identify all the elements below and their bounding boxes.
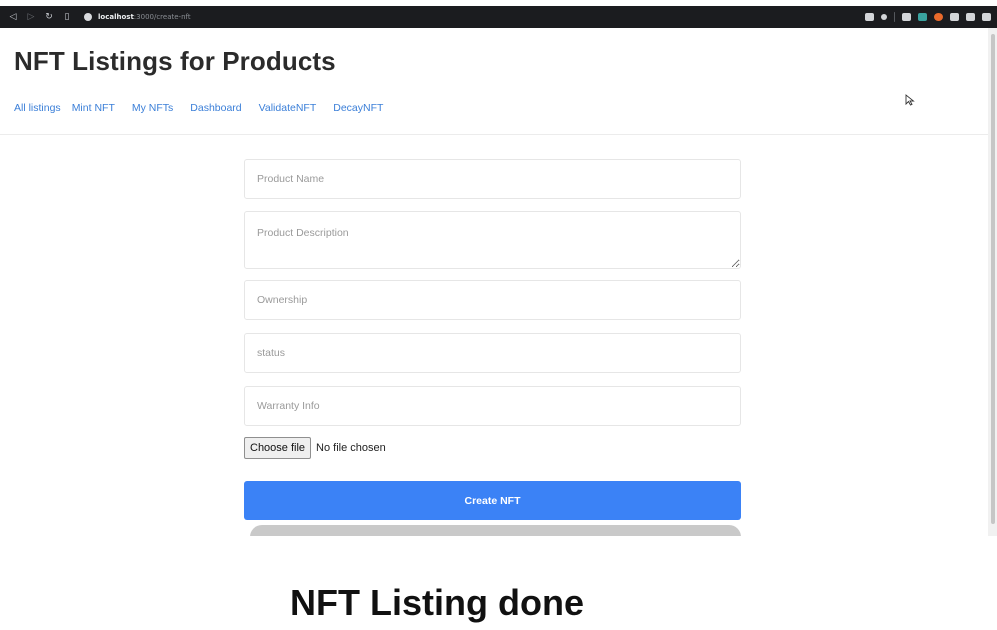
create-nft-button[interactable]: Create NFT bbox=[244, 481, 741, 520]
back-icon[interactable]: ◁ bbox=[6, 10, 20, 24]
wallet-extension-icon[interactable] bbox=[918, 13, 927, 21]
secondary-button[interactable] bbox=[250, 525, 741, 536]
nav-my-nfts[interactable]: My NFTs bbox=[132, 102, 173, 114]
sidebar-icon[interactable] bbox=[966, 13, 975, 21]
nav-decay-nft[interactable]: DecayNFT bbox=[333, 102, 383, 114]
page-content: NFT Listings for Products All listings M… bbox=[0, 28, 988, 536]
warranty-info-input[interactable] bbox=[244, 386, 741, 426]
puzzle-icon[interactable] bbox=[950, 13, 959, 21]
toolbar-separator bbox=[894, 12, 895, 22]
nav-dashboard[interactable]: Dashboard bbox=[190, 102, 241, 114]
main-nav: All listings Mint NFT My NFTs Dashboard … bbox=[14, 102, 400, 114]
header-divider bbox=[0, 134, 988, 135]
extension-icons bbox=[858, 12, 991, 22]
nav-all-listings[interactable]: All listings bbox=[14, 102, 61, 114]
url-path: :3000/create-nft bbox=[133, 13, 191, 21]
reload-icon[interactable]: ↻ bbox=[42, 10, 56, 24]
file-status-text: No file chosen bbox=[316, 442, 386, 454]
product-name-input[interactable] bbox=[244, 159, 741, 199]
fox-extension-icon[interactable] bbox=[934, 13, 943, 21]
scrollbar-thumb[interactable] bbox=[991, 34, 995, 524]
nav-mint-nft[interactable]: Mint NFT bbox=[72, 102, 115, 114]
choose-file-button[interactable]: Choose file bbox=[244, 437, 312, 459]
zoom-icon[interactable] bbox=[881, 14, 887, 20]
shield-icon[interactable] bbox=[902, 13, 911, 21]
bookmark-icon[interactable]: ▯ bbox=[60, 10, 74, 24]
forward-icon[interactable]: ▷ bbox=[24, 10, 38, 24]
mouse-cursor-icon bbox=[905, 94, 915, 106]
page-title: NFT Listings for Products bbox=[14, 46, 336, 76]
menu-icon[interactable] bbox=[982, 13, 991, 21]
file-upload: Choose file No file chosen bbox=[244, 437, 386, 459]
status-input[interactable] bbox=[244, 333, 741, 373]
browser-toolbar: ◁ ▷ ↻ ▯ localhost :3000/create-nft bbox=[0, 6, 997, 28]
url-host: localhost bbox=[98, 13, 134, 21]
caption-text: NFT Listing done bbox=[290, 582, 584, 623]
ownership-input[interactable] bbox=[244, 280, 741, 320]
product-description-input[interactable] bbox=[244, 211, 741, 269]
video-icon[interactable] bbox=[865, 13, 874, 21]
address-bar[interactable]: localhost :3000/create-nft bbox=[84, 10, 191, 24]
nav-validate-nft[interactable]: ValidateNFT bbox=[259, 102, 317, 114]
site-info-icon[interactable] bbox=[84, 13, 92, 21]
